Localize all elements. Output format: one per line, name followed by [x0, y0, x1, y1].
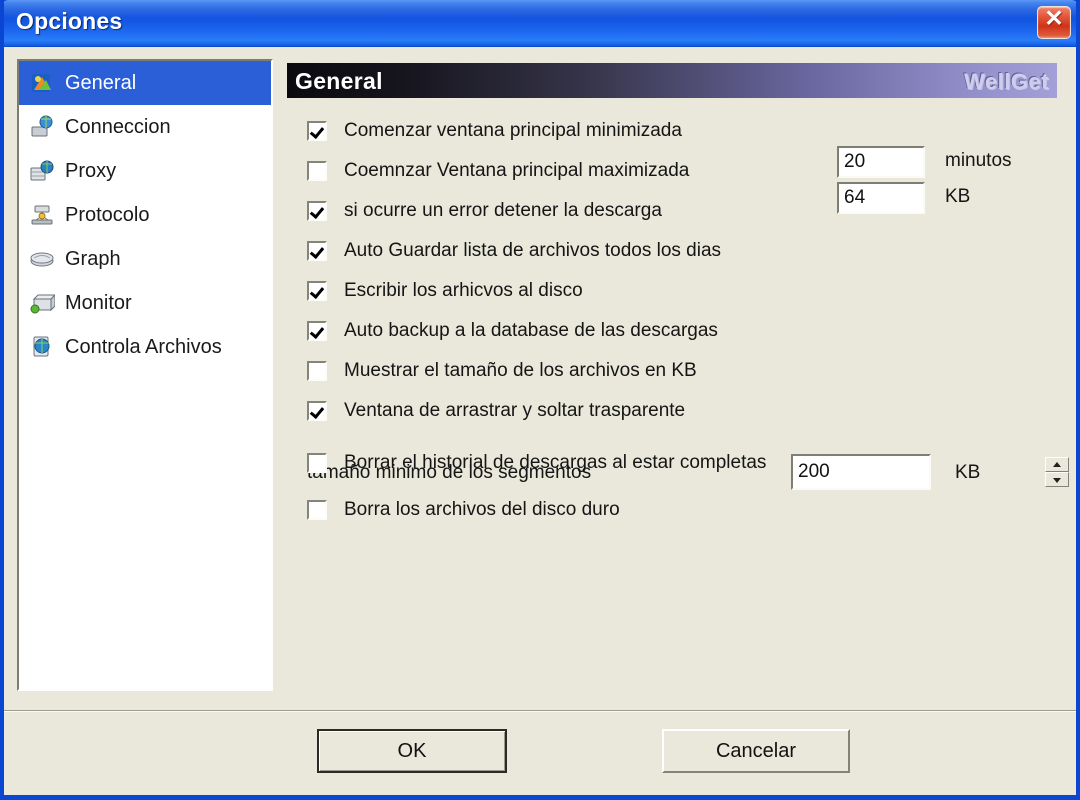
checkbox-label: Coemnzar Ventana principal maximizada	[344, 160, 690, 181]
title-bar: Opciones ✕	[0, 0, 1080, 47]
pane-header: General WellGet	[287, 63, 1057, 98]
options-dialog-window: Opciones ✕ General Conneccion Proxy Protoco…	[0, 0, 1080, 800]
sidebar-item-monitor[interactable]: Monitor	[19, 281, 271, 325]
sidebar-item-proxy[interactable]: Proxy	[19, 149, 271, 193]
checkbox-unchecked-icon[interactable]	[307, 361, 327, 381]
min-segment-size-stepper[interactable]	[791, 454, 1069, 490]
sidebar-item-protocolo[interactable]: Protocolo	[19, 193, 271, 237]
autosave-interval-unit: minutos	[945, 150, 1012, 171]
stepper-increment-button[interactable]	[1045, 457, 1069, 472]
file-control-icon	[29, 334, 55, 360]
sidebar-item-label: Protocolo	[65, 203, 150, 226]
checkbox-label: Borrar el historial de descargas al esta…	[344, 452, 767, 473]
connection-icon	[29, 114, 55, 140]
checkbox-checked-icon[interactable]	[307, 121, 327, 141]
checkbox-row[interactable]: Borrar el historial de descargas al esta…	[307, 451, 766, 475]
chevron-up-icon	[1053, 461, 1061, 467]
checkbox-checked-icon[interactable]	[307, 281, 327, 301]
checkbox-unchecked-icon[interactable]	[307, 500, 327, 520]
options-body: minutos KB tamaño minimo de los segmento…	[287, 98, 1069, 688]
checkbox-unchecked-icon[interactable]	[307, 453, 327, 473]
proxy-icon	[29, 158, 55, 184]
checkbox-label: si ocurre un error detener la descarga	[344, 200, 662, 221]
checkbox-row[interactable]: Escribir los arhicvos al disco	[307, 279, 583, 303]
checkbox-checked-icon[interactable]	[307, 401, 327, 421]
checkbox-label: Ventana de arrastrar y soltar trasparent…	[344, 400, 686, 421]
brand-watermark: WellGet	[963, 69, 1049, 94]
sidebar-item-conneccion[interactable]: Conneccion	[19, 105, 271, 149]
checkbox-row[interactable]: Borra los archivos del disco duro	[307, 498, 620, 522]
checkbox-label: Comenzar ventana principal minimizada	[344, 120, 682, 141]
min-segment-size-unit: KB	[955, 462, 981, 483]
general-icon	[29, 70, 55, 96]
footer-divider	[4, 710, 1076, 712]
stepper-decrement-button[interactable]	[1045, 472, 1069, 487]
disk-write-buffer-unit: KB	[945, 186, 971, 207]
sidebar-item-graph[interactable]: Graph	[19, 237, 271, 281]
close-button[interactable]: ✕	[1037, 5, 1071, 39]
sidebar-item-general[interactable]: General	[19, 61, 271, 105]
category-list[interactable]: General Conneccion Proxy Protocolo Graph Moni…	[17, 59, 273, 691]
checkbox-checked-icon[interactable]	[307, 201, 327, 221]
checkbox-label: Auto Guardar lista de archivos todos los…	[344, 240, 722, 261]
chevron-down-icon	[1053, 477, 1061, 483]
checkbox-row[interactable]: Muestrar el tamaño de los archivos en KB	[307, 359, 697, 383]
autosave-interval-input[interactable]	[837, 146, 925, 178]
stepper-buttons	[1045, 457, 1069, 487]
min-segment-size-input[interactable]	[793, 456, 1045, 488]
checkbox-row[interactable]: Coemnzar Ventana principal maximizada	[307, 159, 689, 183]
sidebar-item-label: Controla Archivos	[65, 335, 222, 358]
close-icon: ✕	[1044, 5, 1064, 31]
monitor-icon	[29, 290, 57, 316]
title-bar-gloss	[0, 0, 1080, 18]
checkbox-row[interactable]: Comenzar ventana principal minimizada	[307, 119, 682, 143]
checkbox-label: Borra los archivos del disco duro	[344, 499, 620, 520]
checkbox-unchecked-icon[interactable]	[307, 161, 327, 181]
graph-icon	[29, 246, 55, 272]
disk-write-buffer-input[interactable]	[837, 182, 925, 214]
ok-button[interactable]: OK	[317, 729, 507, 773]
sidebar-item-label: Graph	[65, 247, 121, 270]
sidebar-item-controla-archivos[interactable]: Controla Archivos	[19, 325, 271, 369]
sidebar-item-label: General	[65, 71, 137, 94]
checkbox-label: Escribir los arhicvos al disco	[344, 280, 583, 301]
window-title: Opciones	[16, 8, 123, 34]
checkbox-row[interactable]: Auto backup a la database de las descarg…	[307, 319, 718, 343]
checkbox-label: Muestrar el tamaño de los archivos en KB	[344, 360, 697, 381]
sidebar-item-label: Conneccion	[65, 115, 171, 138]
protocol-icon	[29, 202, 55, 228]
cancel-button[interactable]: Cancelar	[662, 729, 850, 773]
checkbox-row[interactable]: Auto Guardar lista de archivos todos los…	[307, 239, 721, 263]
pane-title: General	[295, 68, 383, 94]
checkbox-row[interactable]: Ventana de arrastrar y soltar trasparent…	[307, 399, 685, 423]
sidebar-item-label: Proxy	[65, 159, 117, 182]
checkbox-row[interactable]: si ocurre un error detener la descarga	[307, 199, 662, 223]
dialog-client-area: General Conneccion Proxy Protocolo Graph Moni…	[4, 47, 1076, 795]
checkbox-checked-icon[interactable]	[307, 321, 327, 341]
sidebar-item-label: Monitor	[65, 291, 132, 314]
checkbox-label: Auto backup a la database de las descarg…	[344, 320, 718, 341]
checkbox-checked-icon[interactable]	[307, 241, 327, 261]
settings-pane: General WellGet minutos KB tamaño minimo…	[287, 63, 1069, 691]
